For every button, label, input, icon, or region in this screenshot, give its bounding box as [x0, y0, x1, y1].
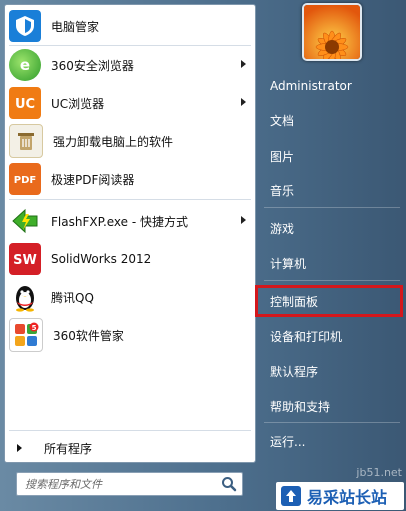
right-item-default-programs[interactable]: 默认程序: [262, 357, 402, 385]
right-item-control-panel[interactable]: 控制面板: [255, 285, 403, 317]
right-item-label: Administrator: [270, 79, 352, 93]
program-label: 360软件管家: [53, 328, 124, 343]
right-item-label: 运行...: [270, 434, 306, 449]
divider: [9, 430, 251, 431]
uninstaller-icon: [9, 124, 43, 158]
pdf-reader-icon: PDF: [9, 163, 41, 195]
watermark-sub: jb51.net: [356, 466, 402, 479]
solidworks-icon: SW: [9, 243, 41, 275]
right-item-administrator[interactable]: Administrator: [262, 72, 402, 100]
flashfxp-icon: [9, 205, 41, 237]
chevron-right-icon: [241, 216, 246, 224]
right-item-pictures[interactable]: 图片: [262, 142, 402, 170]
right-item-run[interactable]: 运行...: [262, 427, 402, 455]
divider: [264, 422, 400, 423]
qq-penguin-icon: [9, 281, 41, 313]
divider: [264, 207, 400, 208]
divider: [9, 199, 251, 200]
right-item-label: 音乐: [270, 183, 295, 198]
all-programs-button[interactable]: 所有程序: [5, 435, 255, 461]
right-item-label: 计算机: [270, 256, 307, 271]
right-item-computer[interactable]: 计算机: [262, 249, 402, 277]
svg-text:e: e: [20, 56, 30, 74]
start-menu: 电脑管家 e 360安全浏览器 UC UC浏览器 强力卸载电脑上的软件 PDF …: [0, 0, 406, 511]
site-watermark: jb51.net 易采站长站: [270, 466, 406, 511]
right-item-label: 控制面板: [270, 294, 319, 309]
right-item-devices-printers[interactable]: 设备和打印机: [262, 322, 402, 350]
avatar[interactable]: [302, 3, 362, 61]
program-item-qq[interactable]: 腾讯QQ: [5, 279, 255, 315]
right-item-label: 帮助和支持: [270, 399, 331, 414]
right-item-label: 图片: [270, 149, 295, 164]
program-item-360-software-manager[interactable]: 5 360软件管家: [5, 317, 255, 353]
tencent-pc-manager-icon: [9, 10, 41, 42]
search-input[interactable]: [23, 476, 220, 492]
program-label: 电脑管家: [51, 19, 100, 34]
360-software-manager-icon: 5: [9, 318, 43, 352]
program-label: SolidWorks 2012: [51, 252, 152, 266]
program-label: 极速PDF阅读器: [51, 172, 135, 187]
uc-browser-icon: UC: [9, 87, 41, 119]
search-area: [4, 463, 256, 507]
svg-text:UC: UC: [15, 97, 35, 112]
right-item-label: 设备和打印机: [270, 329, 343, 344]
divider: [264, 280, 400, 281]
arrow-right-icon: [17, 444, 22, 452]
program-item-uc-browser[interactable]: UC UC浏览器: [5, 85, 255, 121]
right-item-documents[interactable]: 文档: [262, 106, 402, 134]
program-item-pdf-reader[interactable]: PDF 极速PDF阅读器: [5, 161, 255, 197]
right-item-label: 默认程序: [270, 364, 319, 379]
right-item-games[interactable]: 游戏: [262, 214, 402, 242]
chevron-right-icon: [241, 98, 246, 106]
all-programs-label: 所有程序: [44, 441, 93, 456]
svg-text:5: 5: [32, 324, 37, 332]
program-item-solidworks[interactable]: SW SolidWorks 2012: [5, 241, 255, 277]
watermark-text: 易采站长站: [307, 488, 388, 507]
right-item-music[interactable]: 音乐: [262, 176, 402, 204]
program-label: 强力卸载电脑上的软件: [53, 134, 174, 149]
search-icon[interactable]: [220, 475, 238, 493]
program-label: UC浏览器: [51, 96, 105, 111]
program-label: 腾讯QQ: [51, 290, 94, 305]
right-item-help-support[interactable]: 帮助和支持: [262, 392, 402, 420]
svg-text:PDF: PDF: [14, 175, 36, 186]
watermark-logo-icon: [281, 486, 301, 506]
chevron-right-icon: [241, 60, 246, 68]
program-item-flashfxp[interactable]: FlashFXP.exe - 快捷方式: [5, 203, 255, 239]
program-item-uninstaller[interactable]: 强力卸载电脑上的软件: [5, 123, 255, 159]
program-item-pc-manager[interactable]: 电脑管家: [5, 8, 255, 44]
program-label: FlashFXP.exe - 快捷方式: [51, 214, 188, 229]
divider: [9, 45, 251, 46]
right-item-label: 游戏: [270, 221, 295, 236]
programs-pane: 电脑管家 e 360安全浏览器 UC UC浏览器 强力卸载电脑上的软件 PDF …: [4, 4, 256, 463]
right-item-label: 文档: [270, 113, 295, 128]
360-browser-icon: e: [9, 49, 41, 81]
program-label: 360安全浏览器: [51, 58, 134, 73]
program-item-360-browser[interactable]: e 360安全浏览器: [5, 47, 255, 83]
svg-text:SW: SW: [13, 253, 37, 268]
search-box[interactable]: [16, 472, 243, 496]
